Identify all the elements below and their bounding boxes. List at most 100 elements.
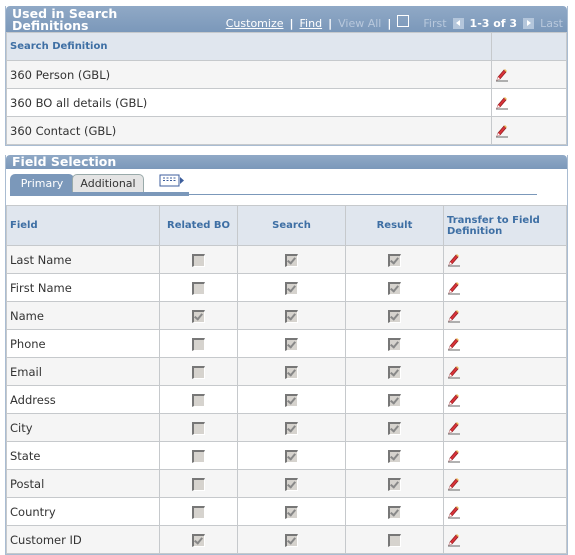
pencil-edit-icon[interactable] xyxy=(447,337,461,351)
search-cell xyxy=(237,525,346,554)
related-bo-checkbox[interactable] xyxy=(192,309,205,323)
pencil-edit-icon[interactable] xyxy=(447,281,461,295)
search-definition-name: 360 BO all details (GBL) xyxy=(6,88,492,117)
pencil-edit-icon[interactable] xyxy=(495,96,509,110)
search-checkbox[interactable] xyxy=(285,393,298,407)
previous-arrow-icon[interactable] xyxy=(452,18,464,29)
pencil-edit-icon[interactable] xyxy=(447,505,461,519)
pencil-edit-icon[interactable] xyxy=(447,449,461,463)
search-checkbox[interactable] xyxy=(285,253,298,267)
search-checkbox[interactable] xyxy=(285,281,298,295)
column-header-edit xyxy=(491,32,567,61)
search-checkbox[interactable] xyxy=(285,337,298,351)
result-checkbox[interactable] xyxy=(388,281,401,295)
field-selection-title: Field Selection xyxy=(12,154,117,169)
transfer-cell xyxy=(443,245,567,274)
related-bo-checkbox[interactable] xyxy=(192,281,205,295)
pencil-edit-icon[interactable] xyxy=(447,253,461,267)
search-cell xyxy=(237,385,346,414)
customize-link[interactable]: Customize xyxy=(226,17,284,30)
related-bo-checkbox[interactable] xyxy=(192,337,205,351)
field-name: First Name xyxy=(6,273,160,302)
field-name: Customer ID xyxy=(6,525,160,554)
search-checkbox[interactable] xyxy=(285,421,298,435)
pencil-edit-icon[interactable] xyxy=(447,533,461,547)
pencil-edit-icon[interactable] xyxy=(495,68,509,82)
search-cell xyxy=(237,245,346,274)
related-bo-cell xyxy=(159,273,238,302)
pencil-edit-icon[interactable] xyxy=(447,309,461,323)
search-definition-name: 360 Contact (GBL) xyxy=(6,116,492,145)
view-all-link[interactable]: View All xyxy=(338,17,381,30)
field-name: Name xyxy=(6,301,160,330)
search-definitions-table: Search Definition 360 Person (GBL) 360 B… xyxy=(6,32,567,145)
new-window-icon[interactable] xyxy=(397,14,410,27)
search-checkbox[interactable] xyxy=(285,449,298,463)
search-definition-name: 360 Person (GBL) xyxy=(6,60,492,89)
search-cell xyxy=(237,273,346,302)
result-checkbox[interactable] xyxy=(388,449,401,463)
next-arrow-icon[interactable] xyxy=(523,18,535,29)
grid-navigation: Customize | Find | View All | First 1-3 … xyxy=(226,14,563,30)
find-link[interactable]: Find xyxy=(300,17,323,30)
transfer-cell xyxy=(443,469,567,498)
search-definitions-grid: Used in Search Definitions Customize | F… xyxy=(5,6,568,146)
show-all-columns-icon[interactable] xyxy=(159,174,184,187)
field-row: Customer ID xyxy=(6,525,567,554)
result-checkbox[interactable] xyxy=(388,393,401,407)
field-name: Phone xyxy=(6,329,160,358)
search-cell xyxy=(237,357,346,386)
related-bo-cell xyxy=(159,245,238,274)
field-row: Last Name xyxy=(6,245,567,274)
first-link[interactable]: First xyxy=(423,17,446,30)
field-name: State xyxy=(6,441,160,470)
related-bo-checkbox[interactable] xyxy=(192,505,205,519)
result-checkbox[interactable] xyxy=(388,253,401,267)
related-bo-checkbox[interactable] xyxy=(192,449,205,463)
search-cell xyxy=(237,329,346,358)
search-checkbox[interactable] xyxy=(285,477,298,491)
related-bo-checkbox[interactable] xyxy=(192,393,205,407)
column-header-search-definition: Search Definition xyxy=(6,32,492,61)
related-bo-checkbox[interactable] xyxy=(192,253,205,267)
column-header-transfer: Transfer to Field Definition xyxy=(443,205,567,246)
search-checkbox[interactable] xyxy=(285,365,298,379)
result-cell xyxy=(345,469,444,498)
result-checkbox[interactable] xyxy=(388,309,401,323)
related-bo-checkbox[interactable] xyxy=(192,365,205,379)
search-cell xyxy=(237,301,346,330)
search-checkbox[interactable] xyxy=(285,533,298,547)
edit-cell xyxy=(491,116,567,145)
pencil-edit-icon[interactable] xyxy=(447,421,461,435)
pencil-edit-icon[interactable] xyxy=(447,477,461,491)
result-checkbox[interactable] xyxy=(388,533,401,547)
related-bo-cell xyxy=(159,329,238,358)
column-header-related-bo: Related BO xyxy=(159,205,238,246)
field-name: Postal xyxy=(6,469,160,498)
related-bo-checkbox[interactable] xyxy=(192,477,205,491)
result-checkbox[interactable] xyxy=(388,337,401,351)
field-row: First Name xyxy=(6,273,567,302)
last-link[interactable]: Last xyxy=(540,17,563,30)
search-checkbox[interactable] xyxy=(285,309,298,323)
result-checkbox[interactable] xyxy=(388,505,401,519)
field-name: Country xyxy=(6,497,160,526)
pencil-edit-icon[interactable] xyxy=(447,393,461,407)
search-definitions-header: Used in Search Definitions Customize | F… xyxy=(6,6,567,32)
search-checkbox[interactable] xyxy=(285,505,298,519)
pencil-edit-icon[interactable] xyxy=(447,365,461,379)
tab-bar: Primary Additional xyxy=(6,169,567,205)
result-checkbox[interactable] xyxy=(388,365,401,379)
tab-primary[interactable]: Primary xyxy=(10,174,74,192)
search-definition-row: 360 Contact (GBL) xyxy=(6,116,567,145)
separator: | xyxy=(387,17,392,30)
related-bo-checkbox[interactable] xyxy=(192,533,205,547)
separator: | xyxy=(289,17,294,30)
result-cell xyxy=(345,301,444,330)
tab-additional[interactable]: Additional xyxy=(72,174,144,192)
pencil-edit-icon[interactable] xyxy=(495,124,509,138)
field-selection-grid: Field Selection Primary Additional Field… xyxy=(5,155,568,555)
related-bo-checkbox[interactable] xyxy=(192,421,205,435)
result-checkbox[interactable] xyxy=(388,421,401,435)
result-checkbox[interactable] xyxy=(388,477,401,491)
